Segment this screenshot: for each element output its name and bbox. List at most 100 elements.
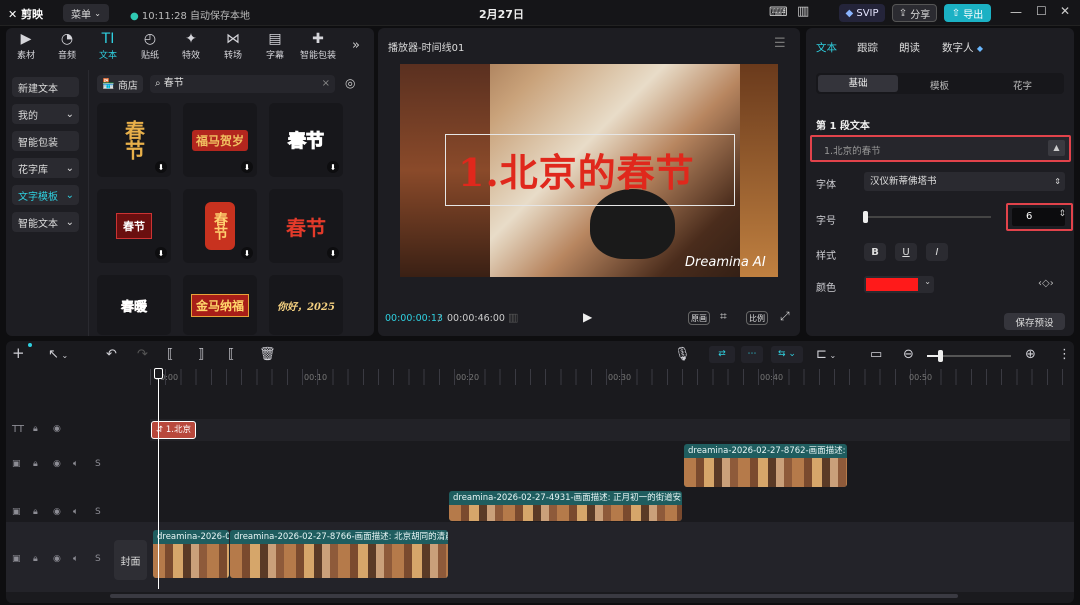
search-filter-icon[interactable]: ◎ <box>345 76 355 90</box>
timeline-scrollbar[interactable] <box>110 594 958 598</box>
linkage-icon[interactable]: ⇆ ⌄ <box>771 346 803 363</box>
waveform-icon[interactable]: ▥ <box>508 311 518 324</box>
size-field[interactable]: 6 ⇕ <box>1006 203 1073 231</box>
menu-button[interactable]: 菜单 ⌄ <box>63 4 109 22</box>
tab-sticker[interactable]: ◴ 贴纸 <box>133 31 167 61</box>
tab-read-aloud[interactable]: 朗读 <box>899 40 920 55</box>
undo-icon[interactable]: ↶ <box>106 347 117 362</box>
original-quality-button[interactable]: 原画 <box>688 311 710 325</box>
eye-icon[interactable]: ◉ <box>53 424 61 434</box>
playhead-handle[interactable] <box>154 368 163 379</box>
lock-icon[interactable]: 🔒︎ <box>33 507 38 517</box>
solo-icon[interactable]: S <box>95 507 101 517</box>
tab-text-props[interactable]: 文本 <box>816 40 837 55</box>
lock-icon[interactable]: 🔒︎ <box>33 554 38 564</box>
video-clip[interactable]: dreamina-2026-02-27-8766-画面描述: 北京胡同的清晨 <box>230 530 448 578</box>
tab-text[interactable]: TI 文本 <box>91 31 125 61</box>
keyboard-icon[interactable]: ⌨ <box>769 5 788 20</box>
size-slider-handle[interactable] <box>863 211 868 223</box>
template-tile[interactable]: 春节 ⬇ <box>183 189 257 263</box>
play-icon[interactable]: ▶ <box>583 310 592 324</box>
split-right-icon[interactable]: ⟦ <box>228 347 234 362</box>
solo-icon[interactable]: S <box>95 554 101 564</box>
microphone-icon[interactable]: 🎙 <box>674 347 691 362</box>
add-track-icon[interactable]: + <box>12 344 25 362</box>
tab-smart-package[interactable]: ✚ 智能包装 <box>298 31 338 61</box>
tab-digital-human[interactable]: 数字人 ◆ <box>942 40 983 55</box>
player-menu-icon[interactable]: ☰ <box>774 36 786 51</box>
size-slider[interactable] <box>863 211 991 223</box>
underline-button[interactable]: U <box>895 243 917 261</box>
download-icon[interactable]: ⬇ <box>155 161 167 173</box>
eye-icon[interactable]: ◉ <box>53 554 61 564</box>
subtab-template[interactable]: 模板 <box>930 78 949 92</box>
export-button[interactable]: ⇧ 导出 <box>944 4 991 22</box>
svip-button[interactable]: ◆ SVIP <box>839 4 885 22</box>
template-tile[interactable]: 春节 ⬇ <box>269 189 343 263</box>
cover-button[interactable]: 封面 <box>114 540 147 580</box>
share-button[interactable]: ⇪ 分享 <box>892 4 937 22</box>
nav-new-text[interactable]: 新建文本 <box>12 77 79 97</box>
collapse-icon[interactable]: ▲ <box>1048 140 1065 156</box>
keyframe-icon[interactable]: ‹◇› <box>1038 278 1054 289</box>
color-picker[interactable]: ⌄ <box>864 276 934 293</box>
more-tabs-icon[interactable]: » <box>352 38 360 53</box>
download-icon[interactable]: ⬇ <box>327 161 339 173</box>
delete-icon[interactable]: 🗑 <box>259 347 276 362</box>
volume-icon[interactable]: 🔈︎ <box>73 554 78 564</box>
nav-mine[interactable]: 我的 ⌄ <box>12 104 79 124</box>
tab-transition[interactable]: ⋈ 转场 <box>216 31 250 61</box>
template-tile[interactable]: 春节 ⬇ <box>97 189 171 263</box>
size-input[interactable]: 6 <box>1012 208 1065 226</box>
tab-media[interactable]: ▶ 素材 <box>9 31 43 61</box>
select-tool-icon[interactable]: ↖ ⌄ <box>48 347 68 362</box>
download-icon[interactable]: ⬇ <box>155 247 167 259</box>
store-button[interactable]: 🏪 商店 <box>97 75 143 93</box>
maximize-icon[interactable]: ☐ <box>1036 4 1047 18</box>
layout-icon[interactable]: ▥ <box>797 4 809 19</box>
template-tile[interactable]: 春节 ⬇ <box>97 103 171 177</box>
fullscreen-icon[interactable]: ⤢ <box>780 309 790 324</box>
timeline-preview-icon[interactable]: ▭ <box>870 347 882 362</box>
screenshot-icon[interactable]: ⌗ <box>720 309 727 324</box>
preview-axis-icon[interactable]: ⊏ ⌄ <box>816 347 836 362</box>
tab-subtitle[interactable]: ▤ 字幕 <box>258 31 292 61</box>
nav-text-template[interactable]: 文字模板 ⌄ <box>12 185 79 205</box>
minimize-icon[interactable]: — <box>1010 5 1022 19</box>
lock-icon[interactable]: 🔒︎ <box>33 424 38 434</box>
playhead[interactable] <box>158 369 159 589</box>
download-icon[interactable]: ⬇ <box>241 247 253 259</box>
tab-effects[interactable]: ✦ 特效 <box>174 31 208 61</box>
volume-icon[interactable]: 🔈︎ <box>73 507 78 517</box>
font-select[interactable]: 汉仪新蒂佛塔书 ⇕ <box>864 172 1065 191</box>
nav-smart-text[interactable]: 智能文本 ⌄ <box>12 212 79 232</box>
ratio-button[interactable]: 比例 <box>746 311 768 325</box>
download-icon[interactable]: ⬇ <box>327 247 339 259</box>
tab-audio[interactable]: ◔ 音频 <box>50 31 84 61</box>
close-icon[interactable]: ✕ <box>1060 4 1070 18</box>
main-track-magnet-icon[interactable]: ⇄ <box>709 346 735 363</box>
tab-tracking[interactable]: 跟踪 <box>857 40 878 55</box>
video-clip[interactable]: dreamina-2026-0 <box>153 530 229 578</box>
split-icon[interactable]: ⟦ <box>167 347 173 362</box>
size-stepper-icon[interactable]: ⇕ <box>1058 209 1066 219</box>
search-input[interactable]: ⌕ 春节 × <box>150 75 335 93</box>
clear-icon[interactable]: × <box>322 75 330 93</box>
eye-icon[interactable]: ◉ <box>53 507 61 517</box>
template-tile[interactable]: 你好，2025 <box>269 275 343 335</box>
bold-button[interactable]: B <box>864 243 886 261</box>
eye-icon[interactable]: ◉ <box>53 459 61 469</box>
zoom-slider[interactable] <box>927 350 1011 362</box>
video-clip[interactable]: dreamina-2026-02-27-8762-画面描述: <box>684 444 847 487</box>
template-tile[interactable]: 春暖 <box>97 275 171 335</box>
zoom-out-icon[interactable]: ⊖ <box>903 347 914 362</box>
zoom-slider-handle[interactable] <box>938 350 943 362</box>
text-content-field[interactable]: 1.北京的春节 ▲ <box>810 135 1071 162</box>
video-clip[interactable]: dreamina-2026-02-27-4931-画面描述: 正月初一的街道安 <box>449 491 682 521</box>
solo-icon[interactable]: S <box>95 459 101 469</box>
nav-font-library[interactable]: 花字库 ⌄ <box>12 158 79 178</box>
template-tile[interactable]: 金马纳福 <box>183 275 257 335</box>
more-options-icon[interactable]: ⋮ <box>1058 347 1071 362</box>
nav-smart-package[interactable]: 智能包装 <box>12 131 79 151</box>
auto-snap-icon[interactable]: ⋯ <box>741 346 763 363</box>
